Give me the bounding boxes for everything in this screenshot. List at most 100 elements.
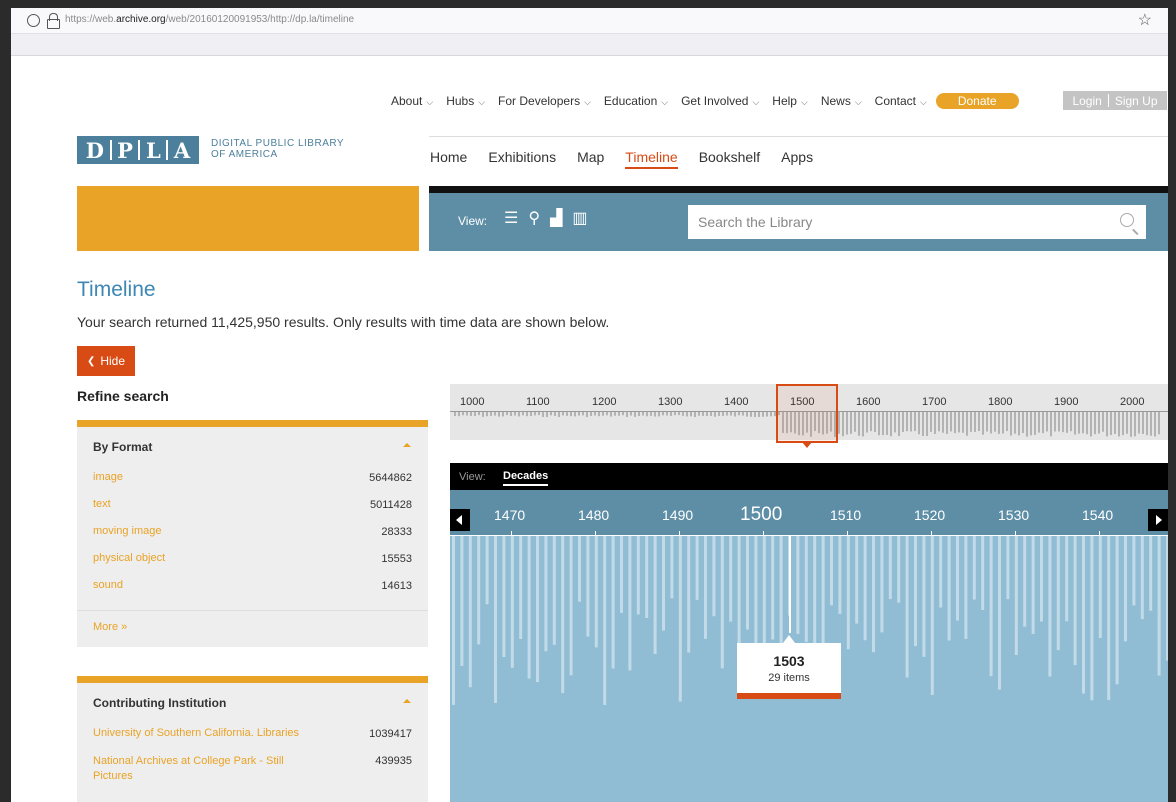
timeline-detail[interactable]: 1470 1480 1490 1500 1510 1520 1530 1540 … bbox=[450, 490, 1168, 802]
overview-bar bbox=[578, 412, 580, 416]
overview-bar bbox=[1158, 412, 1160, 435]
overview-bar bbox=[758, 412, 760, 417]
detail-bar bbox=[527, 536, 531, 679]
facet-item-count: 5011428 bbox=[369, 499, 412, 511]
browser-address-bar[interactable]: https://web.archive.org/web/201601200919… bbox=[11, 8, 1168, 34]
main-nav-timeline[interactable]: Timeline bbox=[625, 149, 678, 169]
facet-item[interactable]: sound 14613 bbox=[77, 575, 428, 602]
tooltip-items: 29 items bbox=[768, 672, 810, 684]
nav-hubs[interactable]: Hubs ⌵ bbox=[446, 94, 485, 108]
timeline-overview[interactable]: 1000 1100 1200 1300 1400 1500 1600 1700 … bbox=[450, 384, 1168, 448]
overview-bar bbox=[738, 412, 740, 416]
overview-bar bbox=[1114, 412, 1116, 434]
nav-get-involved[interactable]: Get Involved ⌵ bbox=[681, 94, 759, 108]
facet-item-name[interactable]: moving image bbox=[93, 525, 161, 537]
lock-icon bbox=[47, 13, 60, 29]
detail-year-label[interactable]: 1470 bbox=[494, 507, 525, 523]
overview-bar bbox=[1014, 412, 1016, 434]
login-link[interactable]: Login bbox=[1066, 94, 1107, 108]
overview-year-label: 1200 bbox=[592, 396, 617, 408]
bookshelf-icon[interactable]: ▥ bbox=[572, 208, 587, 228]
detail-year-label[interactable]: 1480 bbox=[578, 507, 609, 523]
main-nav-home[interactable]: Home bbox=[430, 149, 467, 169]
chevron-down-icon: ⌵ bbox=[854, 97, 862, 107]
hide-button[interactable]: ❮ Hide bbox=[77, 346, 135, 376]
facet-item[interactable]: text 5011428 bbox=[77, 494, 428, 521]
nav-education[interactable]: Education ⌵ bbox=[604, 94, 668, 108]
facet-item[interactable]: moving image 28333 bbox=[77, 521, 428, 548]
overview-bar bbox=[1070, 412, 1072, 432]
detail-bar bbox=[863, 536, 867, 641]
main-nav-apps[interactable]: Apps bbox=[781, 149, 813, 169]
facet-item[interactable]: National Archives at College Park - Stil… bbox=[77, 750, 428, 788]
facet-item-name[interactable]: physical object bbox=[93, 552, 165, 564]
detail-bar bbox=[662, 536, 665, 631]
nav-contact[interactable]: Contact ⌵ bbox=[875, 94, 927, 108]
overview-bar bbox=[638, 412, 640, 416]
facet-item[interactable]: image 5644862 bbox=[77, 467, 428, 494]
overview-bar bbox=[870, 412, 872, 432]
nav-for-developers[interactable]: For Developers ⌵ bbox=[498, 94, 591, 108]
overview-year-label: 1700 bbox=[922, 396, 947, 408]
detail-bar bbox=[846, 536, 850, 650]
overview-selection-window[interactable] bbox=[776, 384, 838, 448]
nav-help[interactable]: Help ⌵ bbox=[772, 94, 808, 108]
map-pin-icon[interactable]: ⚲ bbox=[528, 208, 540, 228]
list-icon[interactable]: ☰ bbox=[504, 208, 518, 228]
overview-bar bbox=[1042, 412, 1044, 434]
overview-bar bbox=[522, 412, 524, 416]
search-icon[interactable] bbox=[1120, 213, 1134, 227]
overview-bar bbox=[1046, 412, 1048, 432]
search-input[interactable] bbox=[688, 205, 1088, 239]
overview-bar bbox=[658, 412, 660, 417]
signup-link[interactable]: Sign Up bbox=[1109, 94, 1164, 108]
facet-item-name[interactable]: image bbox=[93, 471, 123, 483]
dpla-logo[interactable]: D P L A bbox=[77, 136, 199, 164]
detail-year-label-current[interactable]: 1500 bbox=[740, 504, 782, 526]
bookmark-star-icon[interactable]: ☆ bbox=[1138, 10, 1152, 30]
overview-year-label: 1900 bbox=[1054, 396, 1079, 408]
timeline-icon[interactable]: ▟ bbox=[550, 208, 562, 228]
axis-tick bbox=[763, 531, 764, 536]
facet-item-name[interactable]: National Archives at College Park - Stil… bbox=[93, 754, 313, 784]
overview-bar bbox=[866, 412, 868, 433]
overview-bar bbox=[594, 412, 596, 416]
overview-year-label: 1800 bbox=[988, 396, 1013, 408]
detail-bar bbox=[897, 536, 901, 603]
donate-button[interactable]: Donate bbox=[935, 93, 1019, 109]
overview-bar bbox=[726, 412, 728, 416]
facet-institution: Contributing Institution University of S… bbox=[77, 676, 428, 802]
detail-year-label[interactable]: 1540 bbox=[1082, 507, 1113, 523]
overview-bar bbox=[998, 412, 1000, 434]
more-link[interactable]: More » bbox=[77, 610, 428, 647]
facet-header[interactable]: Contributing Institution bbox=[77, 683, 428, 723]
prev-arrow-icon[interactable] bbox=[450, 509, 470, 531]
facet-item[interactable]: University of Southern California. Libra… bbox=[77, 723, 428, 750]
main-nav-bookshelf[interactable]: Bookshelf bbox=[699, 149, 760, 169]
facet-header[interactable]: By Format bbox=[77, 427, 428, 467]
detail-year-label[interactable]: 1490 bbox=[662, 507, 693, 523]
main-nav-map[interactable]: Map bbox=[577, 149, 604, 169]
facet-item-name[interactable]: text bbox=[93, 498, 111, 510]
overview-bar bbox=[994, 412, 996, 432]
nav-news[interactable]: News ⌵ bbox=[821, 94, 862, 108]
tab-decades[interactable]: Decades bbox=[503, 470, 549, 486]
facet-item[interactable]: physical object 15553 bbox=[77, 548, 428, 575]
collapse-icon[interactable] bbox=[403, 443, 411, 447]
facet-item-name[interactable]: sound bbox=[93, 579, 123, 591]
address-url[interactable]: https://web.archive.org/web/201601200919… bbox=[65, 14, 354, 25]
nav-about[interactable]: About ⌵ bbox=[391, 94, 433, 108]
overview-bar bbox=[850, 412, 852, 434]
chevron-down-icon: ⌵ bbox=[800, 97, 808, 107]
detail-bar bbox=[1166, 536, 1168, 661]
facet-item-name[interactable]: University of Southern California. Libra… bbox=[93, 727, 299, 739]
detail-year-label[interactable]: 1510 bbox=[830, 507, 861, 523]
overview-bar bbox=[1074, 412, 1076, 435]
detail-year-label[interactable]: 1530 bbox=[998, 507, 1029, 523]
overview-bar bbox=[538, 412, 540, 416]
next-arrow-icon[interactable] bbox=[1148, 509, 1168, 531]
main-nav-exhibitions[interactable]: Exhibitions bbox=[488, 149, 556, 169]
detail-year-label[interactable]: 1520 bbox=[914, 507, 945, 523]
collapse-icon[interactable] bbox=[403, 699, 411, 703]
overview-bar bbox=[650, 412, 652, 416]
